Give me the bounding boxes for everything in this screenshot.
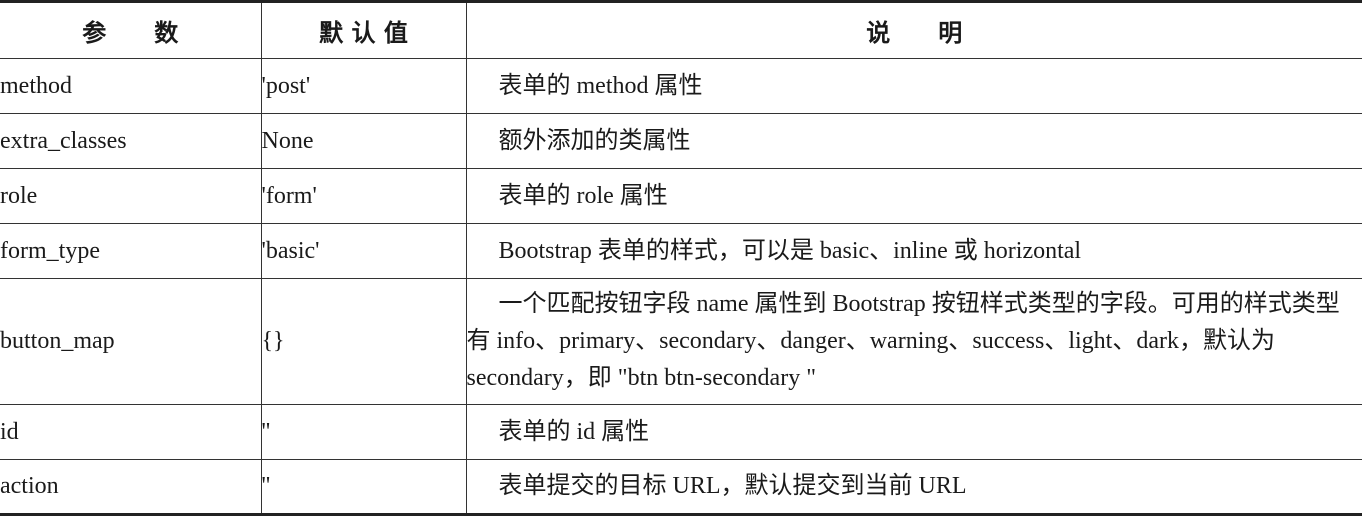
param-desc: Bootstrap 表单的样式，可以是 basic、inline 或 horiz… [498, 237, 1082, 264]
table-row: button_map {} 一个匹配按钮字段 name 属性到 Bootstra… [0, 278, 1362, 405]
param-name: action [0, 459, 262, 516]
param-default: 'form' [260, 168, 467, 224]
param-desc: 额外添加的类属性 [498, 127, 691, 154]
param-desc: 一个匹配按钮字段 name 属性到 Bootstrap 按钮样式类型的字段。可用… [466, 291, 1340, 391]
param-default: None [260, 113, 467, 169]
header-param: 参 数 [0, 0, 262, 59]
header-default: 默 认 值 [260, 0, 467, 59]
param-default: '' [260, 459, 467, 516]
param-name: id [0, 404, 262, 460]
param-name: form_type [0, 223, 262, 279]
parameters-table: 参 数 默 认 值 说 明 method 'post' 表单的 method 属… [0, 0, 1362, 516]
param-desc-cell: 表单的 id 属性 [465, 404, 1362, 460]
param-desc-cell: 表单的 method 属性 [465, 58, 1362, 114]
table-row: form_type 'basic' Bootstrap 表单的样式，可以是 ba… [0, 223, 1362, 279]
param-name: button_map [0, 278, 262, 405]
header-desc: 说 明 [465, 0, 1362, 59]
param-name: method [0, 58, 262, 114]
param-default: '' [260, 404, 467, 460]
table-row: id '' 表单的 id 属性 [0, 404, 1362, 460]
param-desc-cell: 一个匹配按钮字段 name 属性到 Bootstrap 按钮样式类型的字段。可用… [465, 278, 1362, 405]
param-desc-cell: 表单的 role 属性 [465, 168, 1362, 224]
header-row: 参 数 默 认 值 说 明 [0, 0, 1362, 59]
param-desc-cell: 额外添加的类属性 [465, 113, 1362, 169]
param-name: extra_classes [0, 113, 262, 169]
table-row: role 'form' 表单的 role 属性 [0, 168, 1362, 224]
table-row: extra_classes None 额外添加的类属性 [0, 113, 1362, 169]
table-row: method 'post' 表单的 method 属性 [0, 58, 1362, 114]
param-desc-cell: Bootstrap 表单的样式，可以是 basic、inline 或 horiz… [465, 223, 1362, 279]
param-default: 'post' [260, 58, 467, 114]
param-default: 'basic' [260, 223, 467, 279]
param-desc: 表单提交的目标 URL，默认提交到当前 URL [498, 473, 967, 499]
param-desc: 表单的 id 属性 [498, 418, 650, 445]
table-row: action '' 表单提交的目标 URL，默认提交到当前 URL [0, 459, 1362, 516]
param-desc: 表单的 role 属性 [498, 182, 668, 209]
param-desc: 表单的 method 属性 [498, 72, 703, 99]
param-desc-cell: 表单提交的目标 URL，默认提交到当前 URL [465, 459, 1362, 516]
param-name: role [0, 168, 262, 224]
param-default: {} [260, 278, 467, 405]
